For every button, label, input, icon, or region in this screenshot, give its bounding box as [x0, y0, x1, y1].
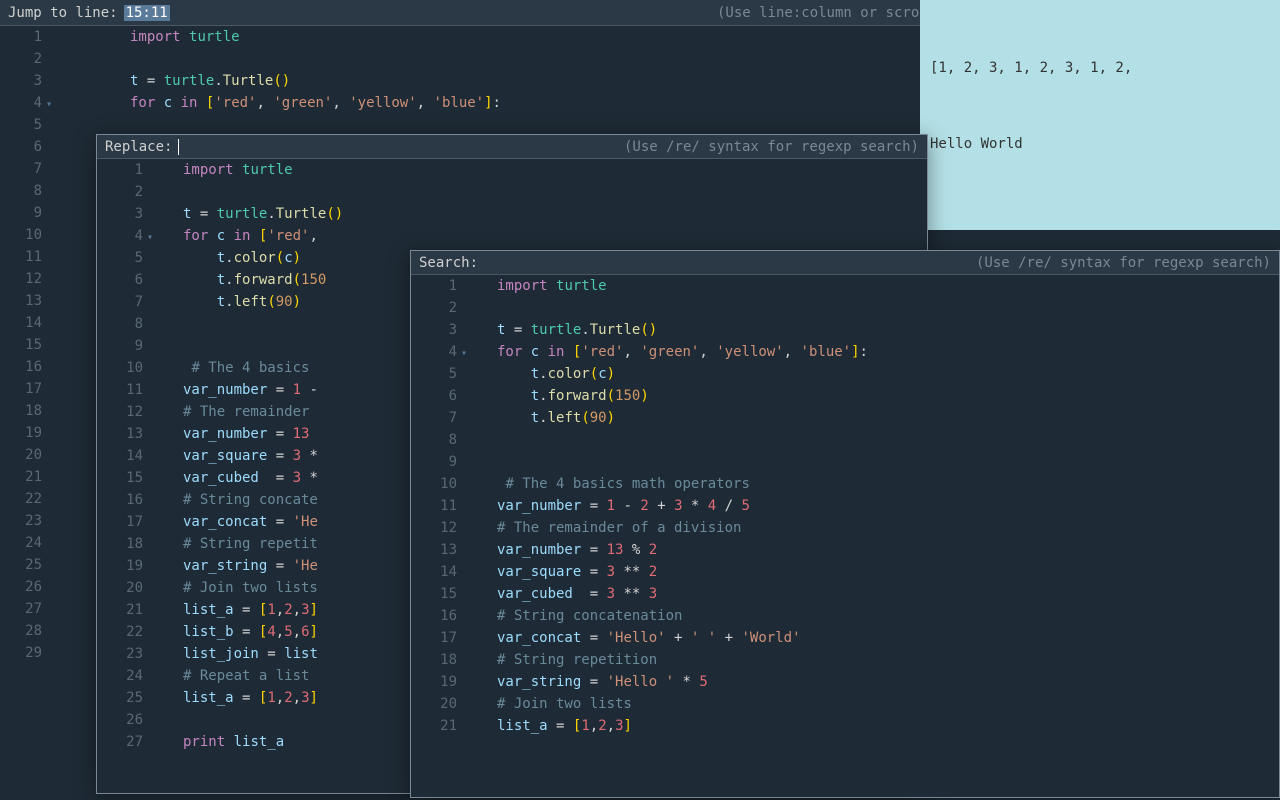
replace-label: Replace: — [105, 139, 172, 155]
line-number: 4 — [411, 341, 457, 363]
line-number: 8 — [411, 429, 457, 451]
line-number: 18 — [411, 649, 457, 671]
line-number: 9 — [97, 335, 143, 357]
editor-gutter: 123456789101112131415161718192021 — [411, 275, 465, 737]
replace-hint: (Use /re/ syntax for regexp search) — [624, 139, 919, 155]
line-number: 14 — [97, 445, 143, 467]
line-number: 19 — [411, 671, 457, 693]
line-number: 27 — [0, 598, 42, 620]
line-number: 12 — [0, 268, 42, 290]
editor-gutter: 1234567891011121314151617181920212223242… — [97, 159, 151, 753]
line-number: 11 — [0, 246, 42, 268]
line-number: 14 — [411, 561, 457, 583]
line-number: 6 — [97, 269, 143, 291]
line-number: 18 — [0, 400, 42, 422]
line-number: 23 — [97, 643, 143, 665]
line-number: 13 — [411, 539, 457, 561]
line-number: 11 — [411, 495, 457, 517]
line-number: 6 — [411, 385, 457, 407]
line-number: 16 — [0, 356, 42, 378]
line-number: 13 — [0, 290, 42, 312]
line-number: 27 — [97, 731, 143, 753]
line-number: 7 — [97, 291, 143, 313]
output-line: Hello World — [930, 132, 1270, 157]
line-number: 19 — [97, 555, 143, 577]
line-number: 17 — [411, 627, 457, 649]
line-number: 10 — [411, 473, 457, 495]
line-number: 9 — [411, 451, 457, 473]
line-number: 28 — [0, 620, 42, 642]
line-number: 22 — [0, 488, 42, 510]
line-number: 20 — [0, 444, 42, 466]
line-number: 22 — [97, 621, 143, 643]
line-number: 14 — [0, 312, 42, 334]
jump-label: Jump to line: — [8, 5, 118, 21]
line-number: 21 — [411, 715, 457, 737]
line-number: 5 — [411, 363, 457, 385]
line-number: 24 — [0, 532, 42, 554]
line-number: 10 — [0, 224, 42, 246]
line-number: 13 — [97, 423, 143, 445]
line-number: 15 — [97, 467, 143, 489]
replace-header[interactable]: Replace: (Use /re/ syntax for regexp sea… — [97, 135, 927, 159]
line-number: 3 — [0, 70, 42, 92]
line-number: 20 — [411, 693, 457, 715]
editor-gutter: 1234567891011121314151617181920212223242… — [0, 26, 52, 800]
line-number: 21 — [0, 466, 42, 488]
line-number: 25 — [97, 687, 143, 709]
output-line: [1, 2, 3, 1, 2, 3, 1, 2, — [930, 56, 1270, 81]
line-number: 8 — [97, 313, 143, 335]
line-number: 11 — [97, 379, 143, 401]
line-number: 15 — [411, 583, 457, 605]
line-number: 25 — [0, 554, 42, 576]
line-number: 4 — [0, 92, 42, 114]
line-number: 9 — [0, 202, 42, 224]
line-number: 5 — [0, 114, 42, 136]
line-number: 3 — [97, 203, 143, 225]
text-cursor-icon — [178, 139, 179, 155]
line-number: 12 — [411, 517, 457, 539]
line-number: 17 — [97, 511, 143, 533]
line-number: 23 — [0, 510, 42, 532]
line-number: 19 — [0, 422, 42, 444]
line-number: 8 — [0, 180, 42, 202]
line-number: 10 — [97, 357, 143, 379]
line-number: 1 — [97, 159, 143, 181]
line-number: 1 — [0, 26, 42, 48]
line-number: 1 — [411, 275, 457, 297]
search-label: Search: — [419, 255, 478, 271]
line-number: 2 — [411, 297, 457, 319]
line-number: 7 — [411, 407, 457, 429]
line-number: 2 — [0, 48, 42, 70]
line-number: 6 — [0, 136, 42, 158]
line-number: 2 — [97, 181, 143, 203]
search-panel[interactable]: Search: (Use /re/ syntax for regexp sear… — [410, 250, 1280, 798]
code-area[interactable]: import turtle t = turtle.Turtle() for c … — [465, 275, 1279, 737]
output-panel: [1, 2, 3, 1, 2, 3, 1, 2, Hello World — [920, 0, 1280, 230]
search-header[interactable]: Search: (Use /re/ syntax for regexp sear… — [411, 251, 1279, 275]
line-number: 16 — [411, 605, 457, 627]
line-number: 20 — [97, 577, 143, 599]
line-number: 24 — [97, 665, 143, 687]
line-number: 26 — [97, 709, 143, 731]
line-number: 3 — [411, 319, 457, 341]
line-number: 4 — [97, 225, 143, 247]
jump-value[interactable]: 15:11 — [124, 5, 170, 21]
line-number: 21 — [97, 599, 143, 621]
line-number: 29 — [0, 642, 42, 664]
line-number: 18 — [97, 533, 143, 555]
line-number: 15 — [0, 334, 42, 356]
line-number: 5 — [97, 247, 143, 269]
line-number: 12 — [97, 401, 143, 423]
line-number: 16 — [97, 489, 143, 511]
line-number: 17 — [0, 378, 42, 400]
line-number: 26 — [0, 576, 42, 598]
line-number: 7 — [0, 158, 42, 180]
search-hint: (Use /re/ syntax for regexp search) — [976, 255, 1271, 271]
